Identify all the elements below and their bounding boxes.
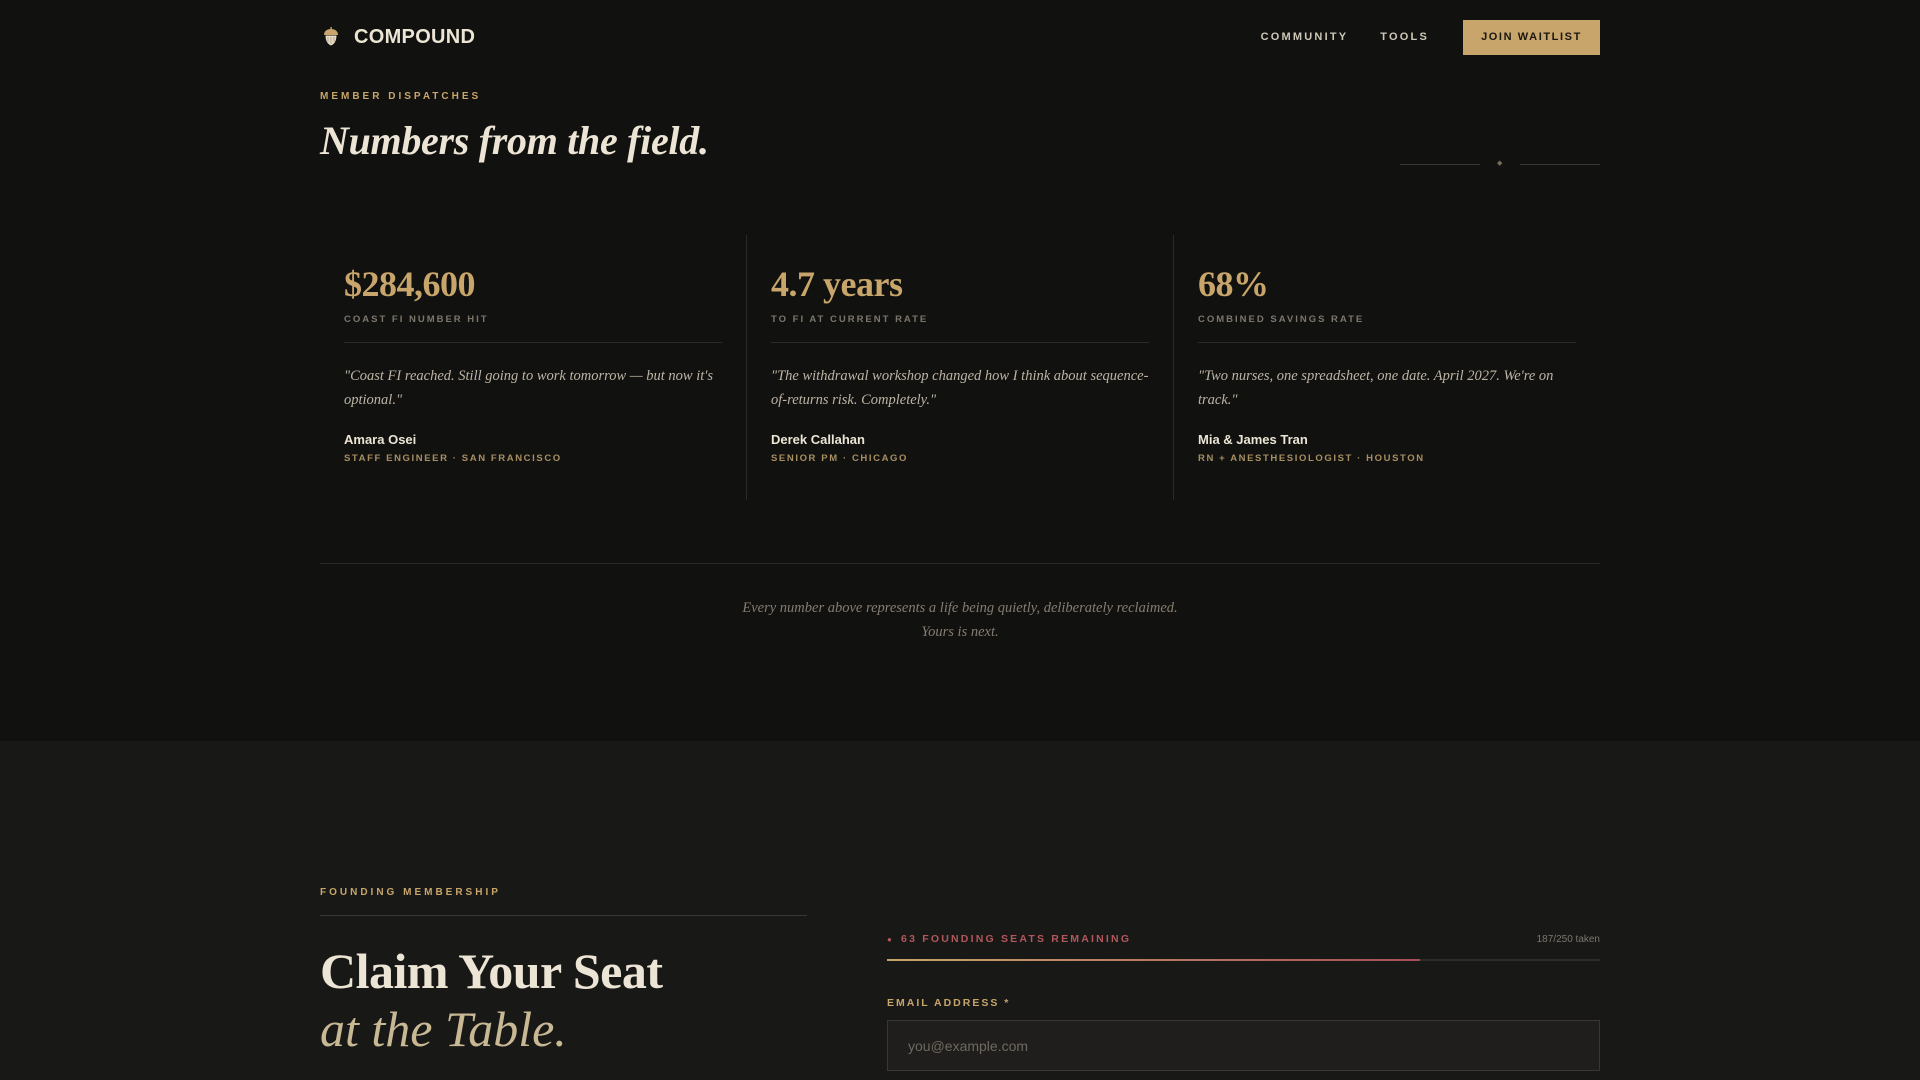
stat-value: $284,600	[344, 264, 476, 304]
join-waitlist-button[interactable]: JOIN WAITLIST	[1463, 19, 1600, 55]
card-divider	[771, 341, 1149, 343]
member-role: SENIOR PM · CHICAGO	[771, 452, 909, 464]
testimonial-quote: "The withdrawal workshop changed how I t…	[771, 367, 1149, 408]
seats-status: ● 63 FOUNDING SEATS REMAINING 187/250 ta…	[887, 933, 1600, 945]
diamond-icon: ◆	[1497, 160, 1503, 167]
stat-label: TO FI AT CURRENT RATE	[771, 313, 929, 325]
testimonial-quote: "Coast FI reached. Still going to work t…	[344, 367, 714, 408]
testimonial-card: $284,600 COAST FI NUMBER HIT "Coast FI r…	[320, 235, 746, 500]
card-divider	[344, 341, 722, 343]
testimonial-card: 4.7 years TO FI AT CURRENT RATE "The wit…	[746, 235, 1173, 500]
site-header: COMPOUND COMMUNITY TOOLS JOIN WAITLIST	[320, 0, 1600, 74]
stat-value: 4.7 years	[771, 264, 903, 304]
member-role: RN + ANESTHESIOLOGIST · HOUSTON	[1198, 452, 1425, 464]
seats-remaining: ● 63 FOUNDING SEATS REMAINING	[887, 933, 1131, 945]
card-divider	[1198, 341, 1576, 343]
stat-value: 68%	[1198, 264, 1269, 304]
section-divider	[320, 563, 1600, 564]
closing-statement: Every number above represents a life bei…	[320, 596, 1600, 644]
stat-label: COAST FI NUMBER HIT	[344, 313, 489, 325]
dispatches-eyebrow: MEMBER DISPATCHES	[320, 91, 482, 102]
founding-eyebrow: FOUNDING MEMBERSHIP	[320, 887, 501, 898]
founding-divider	[320, 915, 807, 916]
member-name: Derek Callahan	[771, 431, 865, 447]
main-nav: COMMUNITY TOOLS JOIN WAITLIST	[1261, 19, 1600, 55]
email-label: EMAIL ADDRESS *	[887, 997, 1011, 1009]
closing-line: Yours is next.	[921, 624, 999, 640]
nav-link-tools[interactable]: TOOLS	[1380, 31, 1429, 43]
seats-taken-count: 187/250 taken	[1536, 933, 1600, 945]
closing-line: Every number above represents a life bei…	[742, 600, 1178, 616]
email-input[interactable]	[887, 1020, 1600, 1071]
brand[interactable]: COMPOUND	[320, 26, 475, 49]
status-dot-icon: ●	[887, 934, 895, 944]
seats-progress-bar	[887, 959, 1600, 961]
seats-remaining-text: 63 FOUNDING SEATS REMAINING	[901, 933, 1132, 945]
member-name: Amara Osei	[344, 431, 417, 447]
nav-link-community[interactable]: COMMUNITY	[1261, 31, 1349, 43]
stat-label: COMBINED SAVINGS RATE	[1198, 313, 1365, 325]
testimonial-cards: $284,600 COAST FI NUMBER HIT "Coast FI r…	[320, 235, 1600, 500]
brand-name: COMPOUND	[354, 25, 476, 48]
acorn-icon	[320, 26, 342, 48]
testimonial-quote: "Two nurses, one spreadsheet, one date. …	[1198, 367, 1554, 408]
seats-progress-fill	[887, 959, 1421, 961]
waitlist-form: ● 63 FOUNDING SEATS REMAINING 187/250 ta…	[887, 933, 1600, 1071]
member-role: STAFF ENGINEER · SAN FRANCISCO	[344, 452, 562, 464]
testimonial-card: 68% COMBINED SAVINGS RATE "Two nurses, o…	[1173, 235, 1600, 500]
dispatches-title: Numbers from the field.	[320, 118, 709, 163]
divider-ornament: ◆	[1400, 160, 1600, 168]
member-name: Mia & James Tran	[1198, 431, 1308, 447]
